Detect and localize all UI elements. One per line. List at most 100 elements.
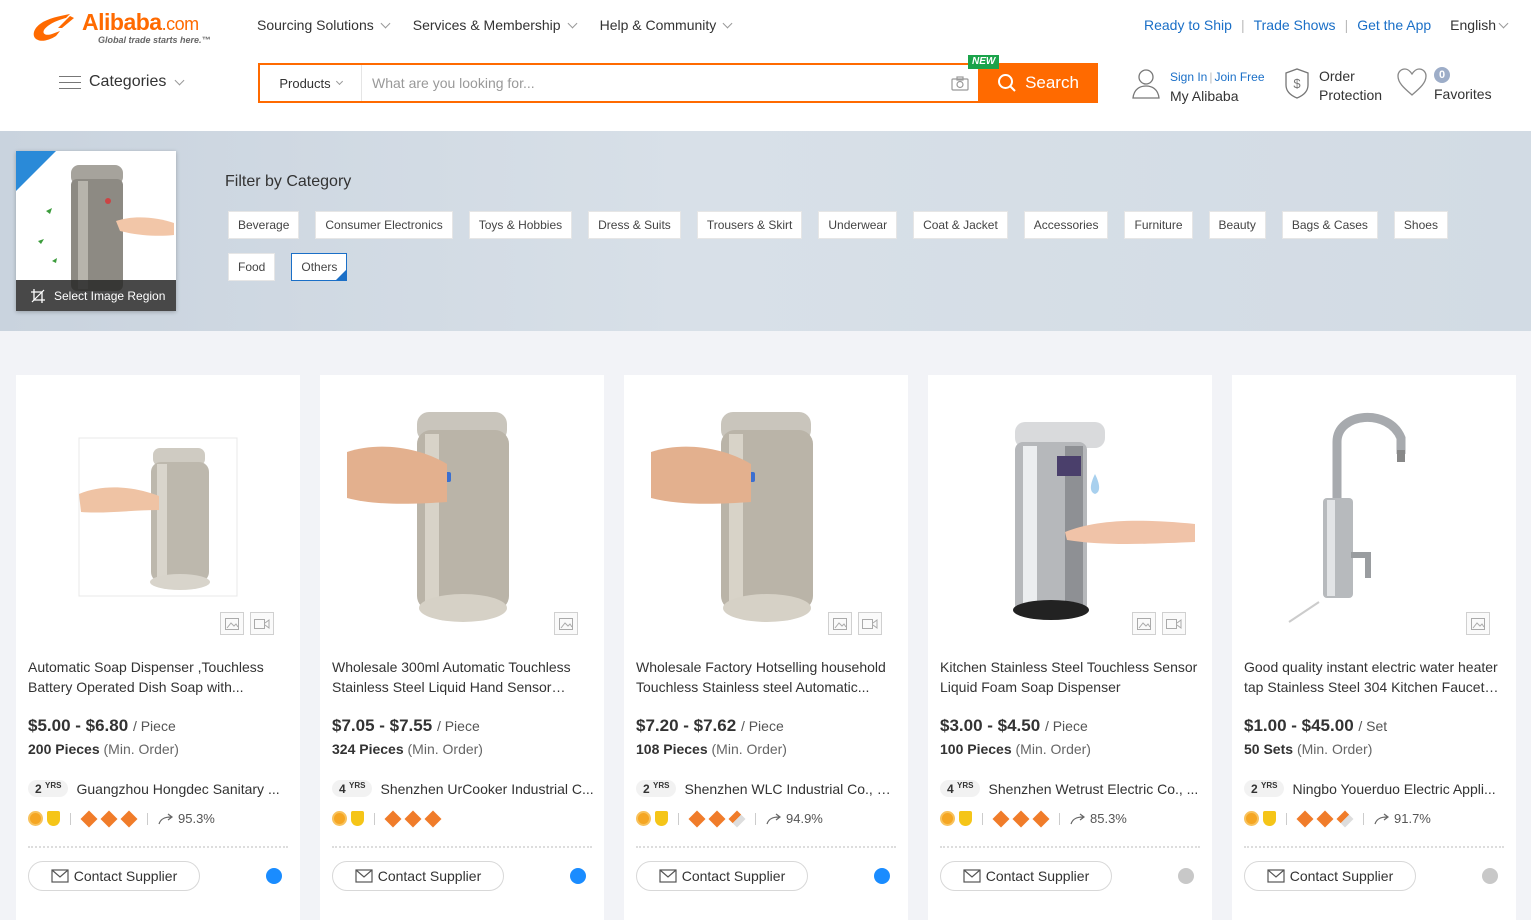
categories-menu[interactable]: Categories	[59, 73, 185, 91]
product-title[interactable]: Good quality instant electric water heat…	[1244, 657, 1506, 697]
category-tag-accessories[interactable]: Accessories	[1023, 211, 1109, 239]
category-tag-others[interactable]: Others	[291, 253, 348, 281]
trade-assurance-icon	[47, 811, 60, 826]
chat-icon[interactable]	[570, 868, 586, 884]
image-icon[interactable]	[554, 612, 578, 635]
product-title[interactable]: Wholesale Factory Hotselling household T…	[636, 657, 898, 697]
search-bar: Products NEW Search	[258, 55, 1098, 103]
supplier-badges	[332, 810, 442, 827]
contact-supplier-button[interactable]: Contact Supplier	[28, 861, 200, 891]
join-free-link[interactable]: Join Free	[1214, 70, 1264, 84]
min-order: 100 Pieces (Min. Order)	[940, 741, 1091, 757]
favorites[interactable]: 0 Favorites	[1396, 67, 1492, 102]
contact-supplier-button[interactable]: Contact Supplier	[332, 861, 504, 891]
video-icon[interactable]	[250, 612, 274, 635]
supplier-name[interactable]: Shenzhen WLC Industrial Co., Ltd.	[684, 781, 898, 797]
categories-label: Categories	[89, 73, 167, 90]
diamond-icon	[1012, 810, 1030, 827]
top-navigation: Sourcing Solutions Services & Membership…	[257, 17, 733, 33]
supplier-info: 4 YRS Shenzhen UrCooker Industrial C...	[332, 780, 594, 797]
category-tag-trousers-skirt[interactable]: Trousers & Skirt	[696, 211, 803, 239]
min-order: 200 Pieces (Min. Order)	[28, 741, 179, 757]
product-title[interactable]: Kitchen Stainless Steel Touchless Sensor…	[940, 657, 1202, 697]
category-tag-toys-hobbies[interactable]: Toys & Hobbies	[468, 211, 573, 239]
nav-services-membership[interactable]: Services & Membership	[413, 17, 578, 33]
min-order: 50 Sets (Min. Order)	[1244, 741, 1373, 757]
product-image[interactable]	[940, 387, 1200, 647]
mail-icon	[659, 869, 677, 883]
product-image[interactable]	[1244, 387, 1504, 647]
supplier-badges: 85.3%	[940, 810, 1127, 827]
video-icon[interactable]	[1162, 612, 1186, 635]
diamond-icon	[1032, 810, 1050, 827]
supplier-name[interactable]: Shenzhen UrCooker Industrial C...	[380, 781, 594, 797]
category-tag-beauty[interactable]: Beauty	[1208, 211, 1266, 239]
get-app-link[interactable]: Get the App	[1357, 17, 1431, 33]
category-tag-shoes[interactable]: Shoes	[1393, 211, 1448, 239]
trade-assurance-icon	[959, 811, 972, 826]
supplier-info: 2 YRS Shenzhen WLC Industrial Co., Ltd.	[636, 780, 898, 797]
image-icon[interactable]	[1132, 612, 1156, 635]
product-title[interactable]: Wholesale 300ml Automatic Touchless Stai…	[332, 657, 594, 697]
alibaba-logo[interactable]: Alibaba.com Global trade starts here.™	[30, 8, 230, 48]
supplier-name[interactable]: Guangzhou Hongdec Sanitary ...	[76, 781, 290, 797]
user-icon	[1132, 69, 1160, 99]
min-order: 108 Pieces (Min. Order)	[636, 741, 787, 757]
category-tag-consumer-electronics[interactable]: Consumer Electronics	[315, 211, 453, 239]
product-image[interactable]	[636, 387, 896, 647]
chat-icon[interactable]	[1482, 868, 1498, 884]
diamond-icon	[424, 810, 442, 827]
video-icon[interactable]	[858, 612, 882, 635]
search-button[interactable]: NEW Search	[968, 55, 1098, 103]
image-icon[interactable]	[828, 612, 852, 635]
response-rate: 94.9%	[786, 811, 823, 826]
image-icon[interactable]	[1466, 612, 1490, 635]
contact-supplier-button[interactable]: Contact Supplier	[940, 861, 1112, 891]
category-tag-bags-cases[interactable]: Bags & Cases	[1281, 211, 1378, 239]
contact-supplier-button[interactable]: Contact Supplier	[636, 861, 808, 891]
product-title[interactable]: Automatic Soap Dispenser ,Touchless Batt…	[28, 657, 290, 697]
contact-supplier-button[interactable]: Contact Supplier	[1244, 861, 1416, 891]
supplier-name[interactable]: Ningbo Youerduo Electric Appli...	[1292, 781, 1506, 797]
nav-help-community[interactable]: Help & Community	[600, 17, 733, 33]
sign-in-link[interactable]: Sign In	[1170, 70, 1207, 84]
category-tag-food[interactable]: Food	[228, 253, 276, 281]
my-alibaba-link[interactable]: My Alibaba	[1170, 87, 1265, 106]
product-image[interactable]	[28, 387, 288, 647]
years-badge: 2 YRS	[28, 780, 69, 797]
logo-text: Alibaba.com	[82, 9, 199, 35]
category-tag-coat-jacket[interactable]: Coat & Jacket	[913, 211, 1008, 239]
ready-to-ship-link[interactable]: Ready to Ship	[1144, 17, 1232, 33]
contact-supplier-label: Contact Supplier	[681, 868, 786, 884]
image-search-filter: Select Image Region Filter by Category B…	[0, 131, 1531, 331]
chat-icon[interactable]	[1178, 868, 1194, 884]
select-image-region-button[interactable]: Select Image Region	[16, 280, 176, 311]
search-input[interactable]	[362, 65, 942, 101]
divider	[1244, 846, 1504, 848]
language-selector[interactable]: English	[1450, 17, 1509, 33]
diamond-icon	[1316, 810, 1334, 827]
supplier-name[interactable]: Shenzhen Wetrust Electric Co., ...	[988, 781, 1202, 797]
chevron-down-icon	[567, 18, 578, 28]
mail-icon	[963, 869, 981, 883]
search-type-select[interactable]: Products	[260, 65, 362, 101]
category-tag-beverage[interactable]: Beverage	[228, 211, 300, 239]
category-tag-underwear[interactable]: Underwear	[818, 211, 898, 239]
chat-icon[interactable]	[874, 868, 890, 884]
diamond-icon	[688, 810, 706, 827]
diamond-icon	[404, 810, 422, 827]
chat-icon[interactable]	[266, 868, 282, 884]
min-order: 324 Pieces (Min. Order)	[332, 741, 483, 757]
account-menu[interactable]: Sign In | Join Free My Alibaba	[1131, 67, 1265, 106]
query-image[interactable]: Select Image Region	[16, 151, 176, 311]
order-protection[interactable]: $ Order Protection	[1283, 67, 1382, 105]
camera-icon[interactable]	[942, 65, 978, 101]
image-icon[interactable]	[220, 612, 244, 635]
category-tag-furniture[interactable]: Furniture	[1124, 211, 1193, 239]
nav-sourcing-solutions[interactable]: Sourcing Solutions	[257, 17, 391, 33]
product-image[interactable]	[332, 387, 592, 647]
favorites-count: 0	[1434, 67, 1450, 83]
category-tag-dress-suits[interactable]: Dress & Suits	[588, 211, 681, 239]
response-rate-icon	[1374, 813, 1389, 824]
trade-shows-link[interactable]: Trade Shows	[1254, 17, 1336, 33]
